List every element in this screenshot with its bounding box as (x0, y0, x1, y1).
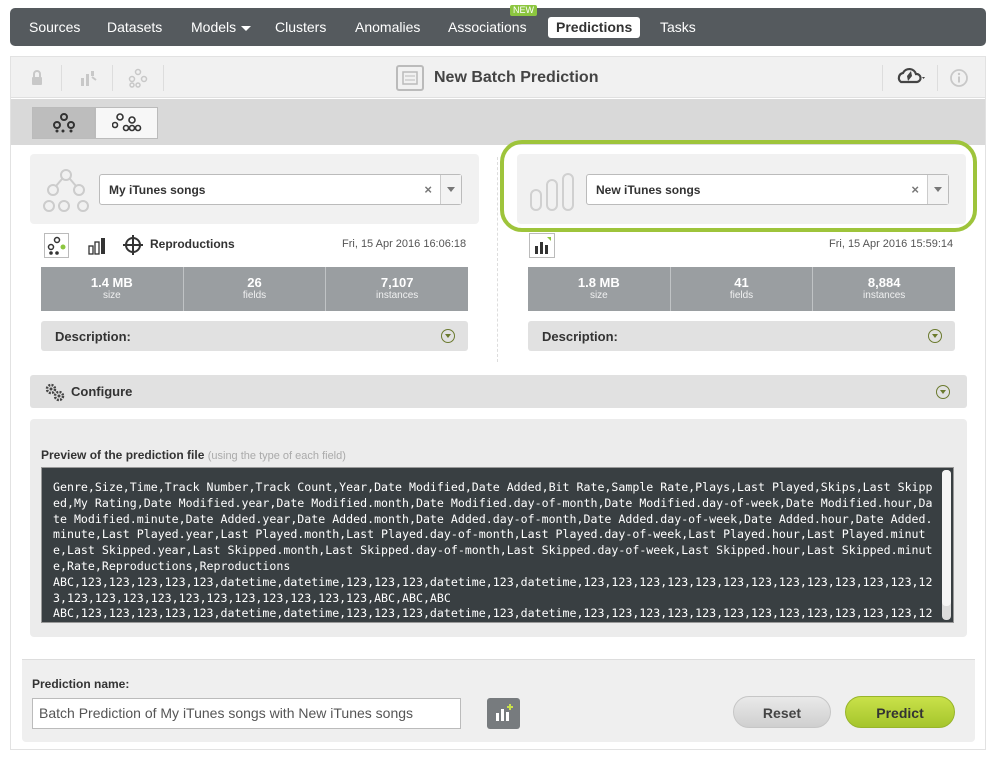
nav-sources[interactable]: Sources (29, 8, 80, 46)
toolbar-divider (61, 65, 62, 91)
dataset-date: Fri, 15 Apr 2016 15:59:14 (829, 238, 954, 250)
model-icon (53, 113, 75, 133)
scrollbar-thumb[interactable] (942, 470, 951, 606)
stat-value: 26 (247, 275, 262, 290)
model-date: Fri, 15 Apr 2016 16:06:18 (342, 238, 467, 250)
dataset-type-button[interactable] (529, 233, 555, 258)
preview-code-box[interactable]: Genre,Size,Time,Track Number,Track Count… (41, 467, 954, 623)
highlight-ring (500, 140, 977, 232)
stat-label: fields (242, 290, 267, 301)
model-select-value: My iTunes songs (109, 183, 206, 197)
toolbar-divider (163, 65, 164, 91)
single-model-toggle[interactable] (32, 107, 95, 139)
nav-associations[interactable]: NEW Associations (448, 5, 537, 46)
objective-field-label: Reproductions (150, 237, 235, 251)
prediction-name-input[interactable]: Batch Prediction of My iTunes songs with… (32, 698, 461, 729)
stat-size: 1.8 MB size (528, 267, 671, 311)
ensemble-icon (112, 113, 142, 132)
toolbar-divider (937, 65, 938, 91)
nav-datasets[interactable]: Datasets (107, 8, 162, 46)
nav-models-label: Models (191, 19, 237, 35)
stat-instances: 8,884 instances (813, 267, 955, 311)
dataset-icon (535, 237, 551, 254)
expand-icon[interactable] (936, 385, 950, 399)
stat-value: 41 (734, 275, 749, 290)
scrollbar[interactable] (942, 470, 951, 620)
model-stats: 1.4 MB size 26 fields 7,107 instances (41, 267, 468, 311)
configure-label: Configure (71, 384, 133, 399)
stat-value: 8,884 (867, 275, 901, 290)
description-label: Description: (542, 329, 618, 344)
stat-value: 7,107 (380, 275, 414, 290)
stat-fields: 26 fields (184, 267, 327, 311)
predict-button[interactable]: Predict (845, 696, 955, 728)
reset-button[interactable]: Reset (733, 696, 831, 728)
dataset-add-icon (496, 704, 513, 721)
expand-icon[interactable] (441, 329, 455, 343)
toolbar-divider (882, 65, 883, 91)
nav-associations-label: Associations (448, 19, 527, 35)
new-badge: NEW (510, 5, 537, 16)
stat-label: fields (729, 290, 754, 301)
histogram-icon (88, 238, 105, 255)
stat-label: size (102, 290, 121, 301)
add-to-dataset-button[interactable] (487, 698, 520, 729)
preview-content: Genre,Size,Time,Track Number,Track Count… (53, 480, 933, 621)
model-icon[interactable] (128, 68, 148, 88)
objective-target-icon (123, 235, 143, 255)
cloud-icon[interactable] (895, 66, 929, 88)
nav-models[interactable]: Models (191, 8, 252, 46)
dataset-icon[interactable] (79, 68, 99, 88)
model-type-bar (11, 99, 985, 145)
nav-anomalies[interactable]: Anomalies (355, 8, 420, 46)
stat-label: instances (863, 290, 906, 301)
stat-value: 1.4 MB (90, 275, 133, 290)
prediction-name-bar: Prediction name: Batch Prediction of My … (22, 659, 975, 742)
dataset-description[interactable]: Description: (528, 321, 955, 351)
page-title: New Batch Prediction (434, 69, 599, 86)
chevron-down-icon (241, 25, 252, 31)
dropdown-arrow-icon[interactable] (440, 175, 461, 204)
toolbar-divider (112, 65, 113, 91)
nav-predictions[interactable]: Predictions (548, 17, 641, 38)
model-description[interactable]: Description: (41, 321, 468, 351)
expand-icon[interactable] (928, 329, 942, 343)
model-select-panel: My iTunes songs × (30, 154, 479, 224)
stat-size: 1.4 MB size (41, 267, 184, 311)
batch-prediction-icon (396, 65, 424, 91)
model-placeholder-icon (43, 169, 89, 212)
preview-heading: Preview of the prediction file (using th… (41, 448, 346, 462)
description-label: Description: (55, 329, 131, 344)
configure-bar[interactable]: Configure (30, 375, 967, 408)
panel-divider (497, 157, 498, 362)
preview-subtitle: (using the type of each field) (207, 450, 346, 462)
nav-clusters[interactable]: Clusters (275, 8, 326, 46)
lock-icon[interactable] (27, 68, 47, 88)
toolbar: New Batch Prediction (11, 57, 985, 98)
prediction-name-label: Prediction name: (32, 677, 130, 691)
stat-fields: 41 fields (671, 267, 814, 311)
stat-label: instances (376, 290, 419, 301)
dataset-stats: 1.8 MB size 41 fields 8,884 instances (528, 267, 955, 311)
stat-instances: 7,107 instances (326, 267, 468, 311)
model-type-button[interactable] (44, 233, 69, 258)
info-icon[interactable] (949, 68, 969, 88)
nav-tasks[interactable]: Tasks (660, 8, 696, 46)
model-select[interactable]: My iTunes songs × (99, 174, 462, 205)
preview-title: Preview of the prediction file (41, 448, 205, 462)
gears-icon (45, 383, 65, 402)
top-nav: Sources Datasets Models Clusters Anomali… (10, 5, 986, 46)
model-icon (47, 236, 66, 255)
prediction-file-preview: Preview of the prediction file (using th… (30, 419, 967, 637)
ensemble-toggle[interactable] (95, 107, 158, 139)
stat-value: 1.8 MB (577, 275, 620, 290)
stat-label: size (589, 290, 608, 301)
clear-icon[interactable]: × (424, 182, 432, 197)
page-header: New Batch Prediction (394, 63, 598, 93)
